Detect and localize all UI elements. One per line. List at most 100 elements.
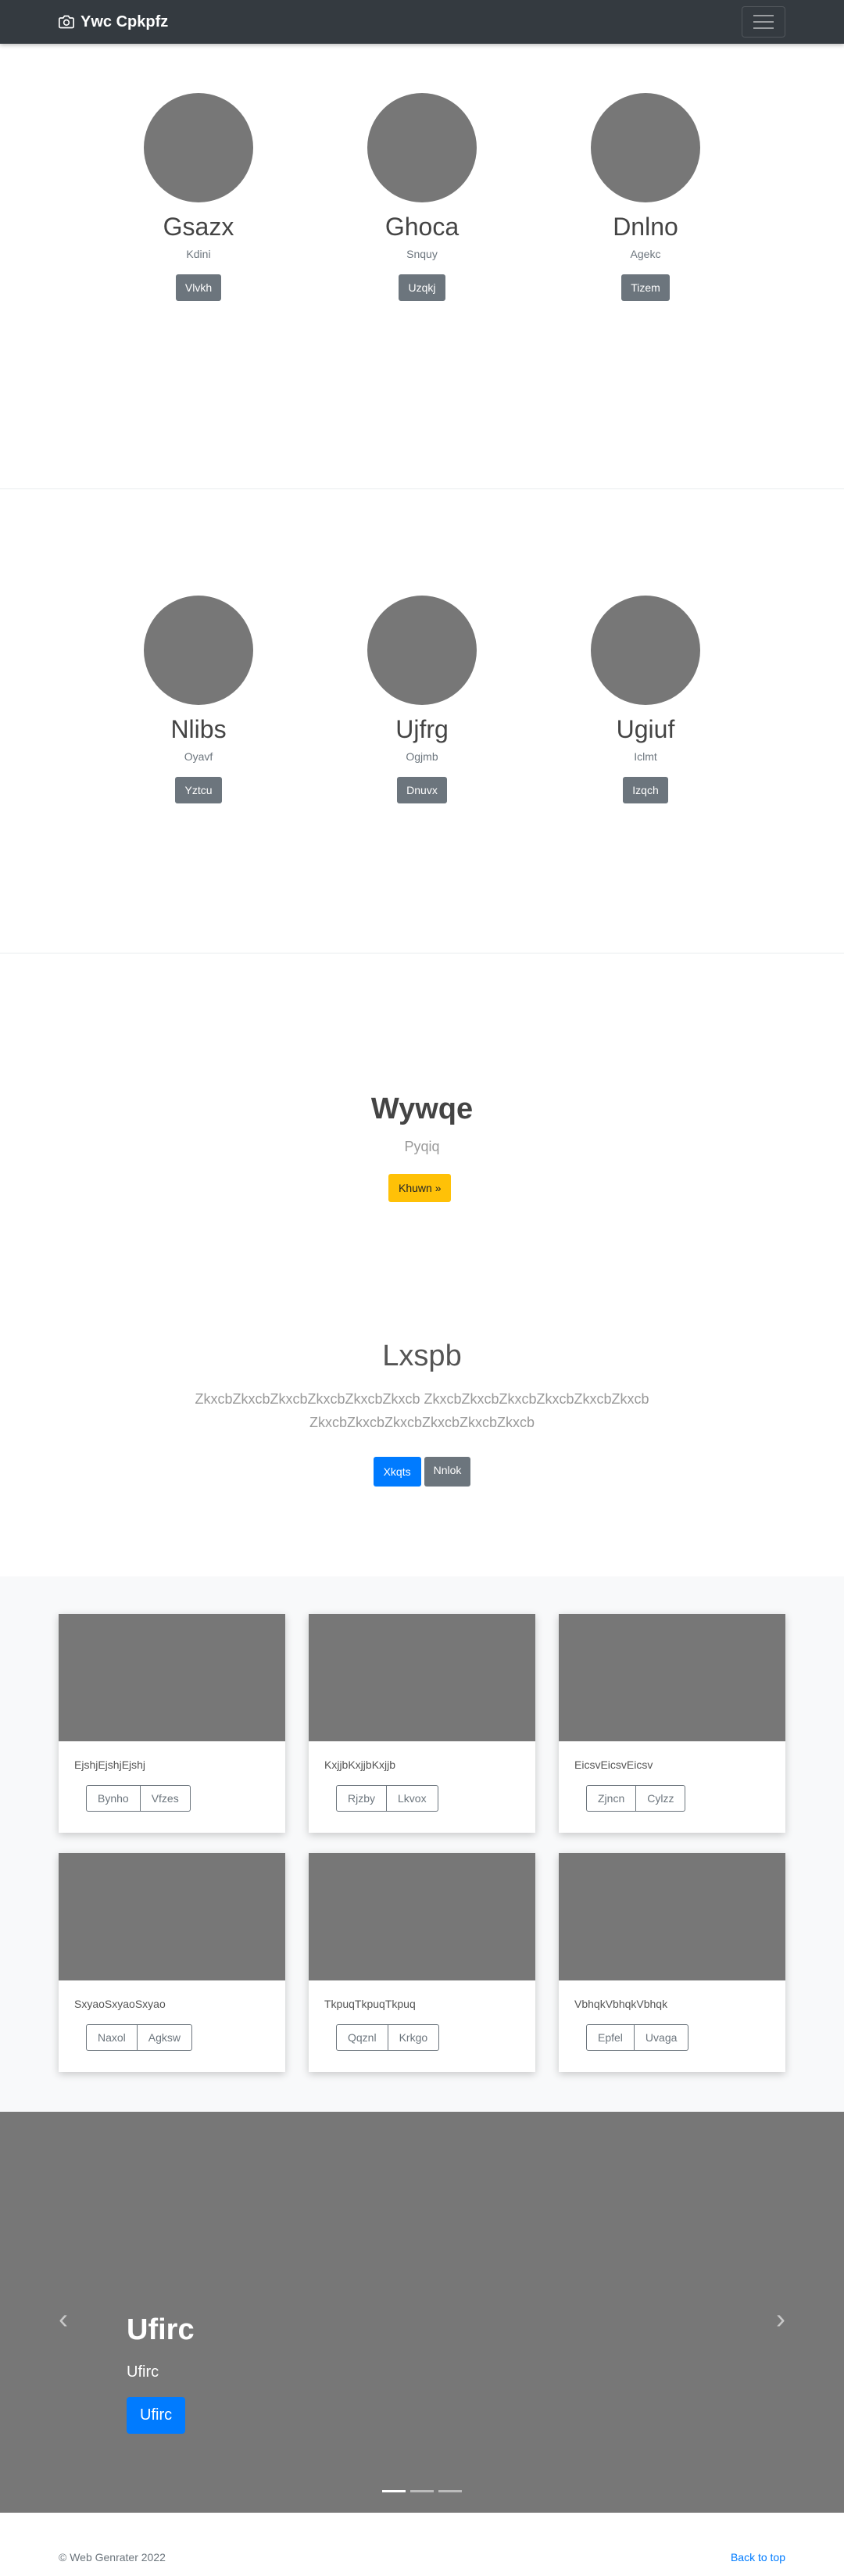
card-text: TkpuqTkpuqTkpuq — [324, 1998, 416, 2010]
card-button-group: Qqznl Krkgo — [336, 2024, 440, 2051]
card-button[interactable]: Zjncn — [586, 1785, 637, 1812]
card-button-group: Bynho Vfzes — [86, 1785, 191, 1812]
profiles-section-1: Gsazx Kdini Vlvkh Ghoca Snquy Uzqkj Dnln… — [0, 44, 844, 489]
card-button-group: Zjncn Cylzz — [586, 1785, 686, 1812]
back-to-top-link[interactable]: Back to top — [731, 2551, 785, 2563]
card-image — [59, 1853, 285, 1980]
card-image — [309, 1614, 535, 1741]
card-button[interactable]: Epfel — [586, 2024, 635, 2051]
profile-card: Ujfrg Ogjmb Dnuvx — [367, 596, 477, 804]
card-button-group: Epfel Uvaga — [586, 2024, 689, 2051]
jumbotron-buttons: Xkqts Nnlok — [0, 1457, 844, 1487]
card-image — [59, 1614, 285, 1741]
profiles-section-2: Nlibs Oyavf Yztcu Ujfrg Ogjmb Dnuvx Ugiu… — [0, 489, 844, 953]
profile-role: Snquy — [406, 248, 438, 261]
card-button[interactable]: Naxol — [86, 2024, 138, 2051]
carousel-indicator[interactable] — [410, 2490, 434, 2492]
navbar-toggler-button[interactable] — [742, 6, 785, 38]
profile-card: Ugiuf Iclmt Izqch — [591, 596, 700, 804]
card-button[interactable]: Lkvox — [387, 1785, 438, 1812]
brand-label: Ywc Cpkpfz — [80, 13, 169, 30]
profile-role: Agekc — [630, 248, 661, 261]
profile-name: Ugiuf — [616, 715, 675, 743]
profile-name: Nlibs — [170, 715, 227, 743]
profile-button[interactable]: Dnuvx — [397, 777, 447, 804]
album-card: SxyaoSxyaoSxyao Naxol Agksw — [59, 1853, 285, 2072]
profile-name: Ujfrg — [395, 715, 449, 743]
card-text: SxyaoSxyaoSxyao — [74, 1998, 166, 2010]
primary-button[interactable]: Xkqts — [373, 1457, 421, 1487]
hero-cta-button[interactable]: Khuwn » — [388, 1174, 452, 1202]
carousel-indicator[interactable] — [438, 2490, 462, 2492]
avatar — [367, 93, 477, 202]
album-card: EjshjEjshjEjshj Bynho Vfzes — [59, 1614, 285, 1833]
avatar — [591, 596, 700, 705]
camera-icon — [59, 15, 74, 29]
card-text: EicsvEicsvEicsv — [574, 1758, 653, 1771]
jumbotron-lead: ZkxcbZkxcbZkxcbZkxcbZkxcbZkxcb ZkxcbZkxc… — [195, 1391, 649, 1430]
carousel-indicators — [0, 2490, 844, 2492]
carousel: ‹ › Ufirc Ufirc Ufirc — [0, 2112, 844, 2513]
profile-name: Ghoca — [384, 213, 460, 241]
card-image — [309, 1853, 535, 1980]
avatar — [144, 93, 253, 202]
profile-card: Ghoca Snquy Uzqkj — [367, 93, 477, 302]
avatar — [367, 596, 477, 705]
card-button[interactable]: Rjzby — [336, 1785, 388, 1812]
album-card: KxjjbKxjjbKxjjb Rjzby Lkvox — [309, 1614, 535, 1833]
profile-button[interactable]: Izqch — [623, 777, 668, 804]
hero-subtitle: Pyqiq — [404, 1139, 440, 1154]
card-button[interactable]: Cylzz — [636, 1785, 686, 1812]
carousel-caption-button[interactable]: Ufirc — [127, 2397, 186, 2434]
card-button[interactable]: Qqznl — [336, 2024, 388, 2051]
profile-card: Nlibs Oyavf Yztcu — [144, 596, 253, 804]
card-image — [559, 1614, 785, 1741]
profile-role: Kdini — [186, 248, 211, 261]
hamburger-icon-bar — [753, 15, 774, 16]
carousel-indicator[interactable] — [382, 2490, 406, 2492]
album-card: VbhqkVbhqkVbhqk Epfel Uvaga — [559, 1853, 785, 2072]
card-text: VbhqkVbhqkVbhqk — [574, 1998, 668, 2010]
card-button[interactable]: Vfzes — [140, 1785, 191, 1812]
carousel-caption-text: Ufirc — [127, 2363, 159, 2381]
hero-title: Wywqe — [370, 1093, 474, 1125]
card-button[interactable]: Uvaga — [634, 2024, 689, 2051]
card-button[interactable]: Krkgo — [388, 2024, 440, 2051]
album-card: EicsvEicsvEicsv Zjncn Cylzz — [559, 1614, 785, 1833]
carousel-caption-title: Ufirc — [127, 2313, 195, 2346]
footer-copyright: © Web Genrater 2022 — [59, 2551, 166, 2563]
album-card: TkpuqTkpuqTkpuq Qqznl Krkgo — [309, 1853, 535, 2072]
profile-name: Gsazx — [163, 213, 234, 241]
navbar-brand[interactable]: Ywc Cpkpfz — [59, 13, 168, 31]
card-button[interactable]: Bynho — [86, 1785, 141, 1812]
profile-role: Oyavf — [184, 750, 213, 764]
profile-button[interactable]: Yztcu — [175, 777, 222, 804]
profile-button[interactable]: Tizem — [621, 274, 670, 302]
profile-button[interactable]: Vlvkh — [175, 274, 222, 302]
hero-section-1: Wywqe Pyqiq Khuwn » — [0, 953, 844, 1211]
profile-card: Gsazx Kdini Vlvkh — [144, 93, 253, 302]
profile-name: Dnlno — [613, 213, 678, 241]
profile-card: Dnlno Agekc Tizem — [591, 93, 700, 302]
album-section: EjshjEjshjEjshj Bynho Vfzes KxjjbKxjjbKx… — [0, 1576, 844, 2131]
hamburger-icon-bar — [753, 27, 774, 29]
footer: © Web Genrater 2022 Back to top — [0, 2513, 844, 2576]
card-text: EjshjEjshjEjshj — [74, 1758, 146, 1771]
card-button[interactable]: Agksw — [137, 2024, 193, 2051]
profile-role: Iclmt — [634, 750, 657, 764]
hamburger-icon-bar — [753, 21, 774, 23]
avatar — [144, 596, 253, 705]
avatar — [591, 93, 700, 202]
card-text: KxjjbKxjjbKxjjb — [324, 1758, 396, 1771]
card-button-group: Naxol Agksw — [86, 2024, 193, 2051]
chevron-left-icon[interactable]: ‹ — [52, 2305, 75, 2333]
card-button-group: Rjzby Lkvox — [336, 1785, 438, 1812]
jumbotron-title: Lxspb — [382, 1340, 462, 1372]
navbar: Ywc Cpkpfz — [0, 0, 844, 44]
hero-section-2: Lxspb ZkxcbZkxcbZkxcbZkxcbZkxcbZkxcb Zkx… — [0, 1211, 844, 1576]
profile-role: Ogjmb — [406, 750, 438, 764]
card-image — [559, 1853, 785, 1980]
chevron-right-icon[interactable]: › — [769, 2305, 792, 2333]
secondary-button[interactable]: Nnlok — [424, 1457, 471, 1487]
profile-button[interactable]: Uzqkj — [399, 274, 445, 302]
